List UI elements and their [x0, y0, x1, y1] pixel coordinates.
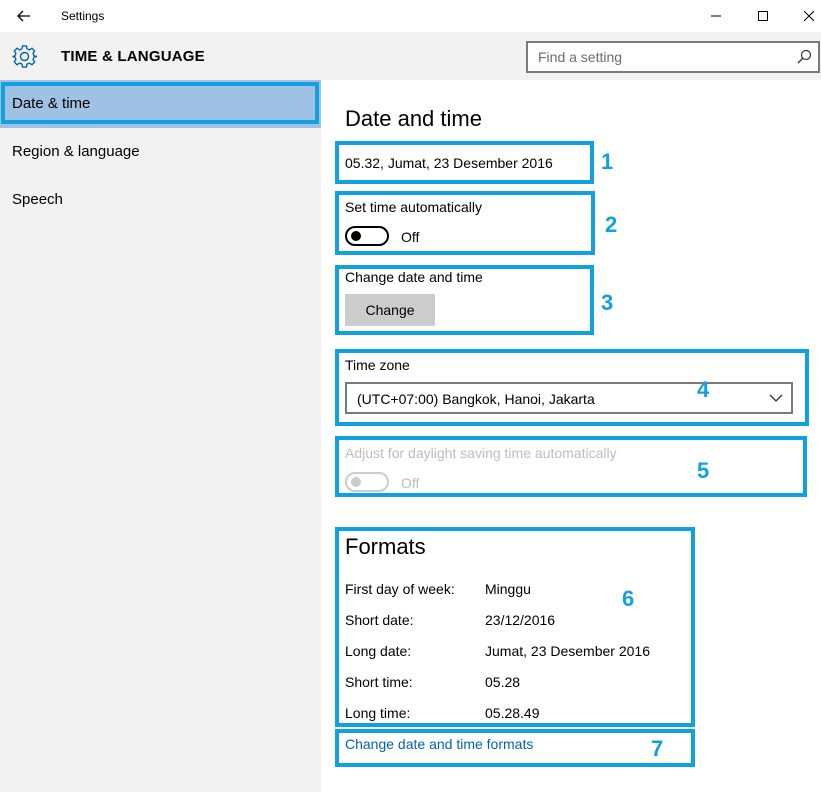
annotation-number-4: 4: [697, 377, 710, 402]
minimize-button[interactable]: [693, 0, 739, 32]
sidebar-item-label: Region & language: [12, 143, 140, 160]
header: TIME & LANGUAGE: [0, 32, 821, 80]
annotation-number-6: 6: [622, 586, 635, 611]
sidebar-item-label: Speech: [12, 191, 63, 208]
annotation-box-nav: [1, 82, 319, 124]
search-input[interactable]: [528, 43, 788, 71]
title-bar: Settings: [0, 0, 821, 32]
back-button[interactable]: [8, 4, 40, 28]
minimize-icon: [711, 15, 721, 17]
sidebar-item-region-language[interactable]: Region & language: [0, 128, 321, 176]
annotation-box-3: [335, 265, 594, 335]
maximize-button[interactable]: [740, 0, 786, 32]
close-icon: [804, 11, 814, 21]
annotation-box-6: [335, 527, 695, 727]
search-box[interactable]: [526, 41, 820, 73]
annotation-box-4: [335, 349, 809, 426]
section-title-date-time: Date and time: [345, 106, 482, 131]
annotation-number-2: 2: [605, 212, 618, 237]
page-title: TIME & LANGUAGE: [61, 48, 205, 65]
search-icon[interactable]: [796, 49, 812, 65]
maximize-icon: [758, 11, 768, 21]
annotation-box-2: [335, 191, 595, 255]
sidebar-item-speech[interactable]: Speech: [0, 176, 321, 224]
annotation-box-7: [335, 729, 695, 767]
sidebar: Date & time Region & language Speech: [0, 80, 321, 792]
close-button[interactable]: [786, 0, 821, 32]
annotation-number-3: 3: [601, 290, 614, 315]
annotation-number-5: 5: [697, 458, 710, 483]
gear-icon: [12, 45, 38, 68]
annotation-box-1: [335, 141, 594, 184]
window-title: Settings: [61, 9, 105, 23]
annotation-number-7: 7: [651, 736, 664, 761]
arrow-left-icon: [17, 10, 30, 22]
annotation-box-5: [335, 436, 807, 497]
annotation-number-1: 1: [601, 149, 614, 174]
